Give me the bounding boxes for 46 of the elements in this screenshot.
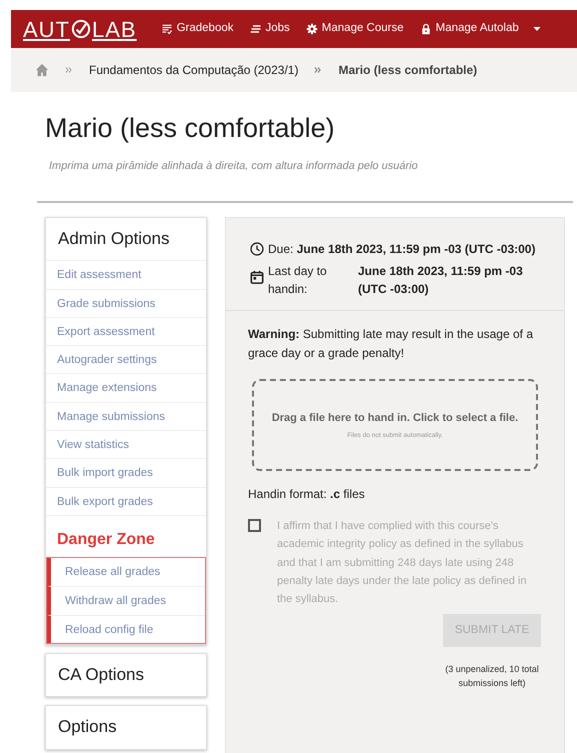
nav-link[interactable]: Gradebook (160, 20, 234, 38)
home-link[interactable] (35, 63, 49, 77)
separator-icon (314, 66, 322, 74)
lines-icon (250, 23, 262, 35)
handin-format: Handin format: .c files (248, 486, 366, 504)
sidebar-link[interactable]: Grade submissions (46, 288, 206, 317)
breadcrumb-current: Mario (less comfortable) (338, 62, 478, 79)
last-day-value: June 18th 2023, 11:59 pm -03 (UTC -03:00) (358, 262, 524, 298)
assessment-description: Imprima uma pirâmide alinhada à direita, com altura informada pelo usuário (49, 159, 419, 174)
sidebar-link[interactable]: Export assessment (46, 316, 206, 346)
separator-icon (65, 66, 73, 74)
sidebar-link[interactable]: Bulk import grades (46, 458, 206, 487)
options-card[interactable]: Options (45, 705, 207, 750)
danger-link[interactable]: Release all grades (47, 558, 205, 586)
card-title: Admin Options (57, 228, 170, 250)
dropzone-text: Drag a file here to hand in. Click to select a file. (272, 411, 518, 426)
sidebar-link[interactable]: Manage extensions (46, 373, 206, 402)
sidebar-link[interactable]: View statistics (46, 430, 206, 458)
nav-link[interactable]: Manage Autolab (420, 20, 519, 38)
home-icon (35, 63, 49, 77)
last-day-label: Last day to handin: (268, 262, 328, 298)
check-circle-icon (71, 19, 91, 39)
late-warning: Warning: Submitting late may result in the usage of a grace day or a grade penalty! (248, 326, 534, 362)
logo[interactable]: AUT LAB (23, 12, 137, 46)
settings-icon (306, 23, 318, 35)
sidebar-link[interactable]: Manage submissions (46, 402, 206, 430)
due-date: Due: June 18th 2023, 11:59 pm -03 (UTC -03:00) (268, 240, 536, 258)
danger-zone-title: Danger Zone (46, 514, 206, 558)
caret-icon (532, 25, 541, 33)
lock-icon (420, 23, 432, 35)
nav-link[interactable]: Jobs (250, 20, 290, 38)
danger-link[interactable]: Reload config file (47, 614, 205, 644)
list-icon (160, 23, 173, 35)
clock-icon (250, 242, 264, 256)
sidebar-link[interactable]: Autograder settings (46, 345, 206, 374)
sidebar-link[interactable]: Edit assessment (46, 260, 206, 289)
submissions-remaining: (3 unpenalized, 10 total submissions left) (444, 663, 540, 690)
calendar-icon (250, 270, 264, 284)
options-card[interactable]: CA Options (45, 653, 207, 698)
page-title: Mario (less comfortable) (45, 112, 336, 144)
nav-link[interactable]: Manage Course (306, 20, 404, 38)
affirmation-text: I affirm that I have complied with this course's academic integrity policy as defined in the syllabus and that I am submitting 248 days late using 248 penalty late days under the late policy as defined in the syllabus. (277, 519, 528, 607)
breadcrumb-link[interactable]: Fundamentos da Computação (2023/1) (89, 61, 298, 79)
danger-link[interactable]: Withdraw all grades (47, 586, 205, 615)
sidebar-link[interactable]: Bulk export grades (46, 486, 206, 515)
checkbox[interactable] (248, 519, 261, 532)
